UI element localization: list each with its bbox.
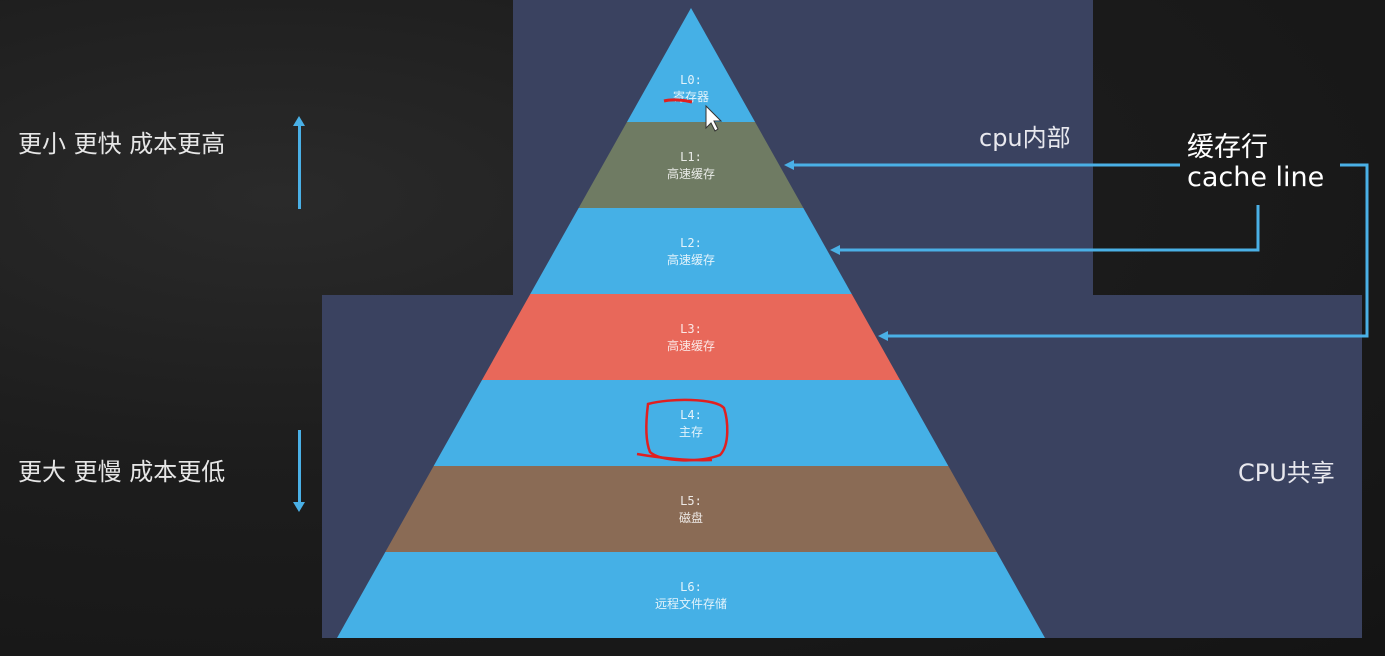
down-arrow-icon xyxy=(293,430,305,512)
tier-4-level: L4: xyxy=(680,408,702,422)
tier-6 xyxy=(337,552,1045,638)
cache-line-title-zh: 缓存行 xyxy=(1187,132,1268,163)
tier-3-level: L3: xyxy=(680,322,702,336)
cpu-internal-label: cpu内部 xyxy=(979,124,1071,152)
tier-1-name: 高速缓存 xyxy=(667,166,715,181)
tier-5 xyxy=(385,466,997,552)
tier-2-level: L2: xyxy=(680,236,702,250)
tier-3-name: 高速缓存 xyxy=(667,338,715,353)
tier-0-level: L0: xyxy=(680,73,702,87)
up-arrow-icon xyxy=(293,116,305,209)
tier-2 xyxy=(530,208,852,294)
memory-hierarchy-pyramid: L0:寄存器L1:高速缓存L2:高速缓存L3:高速缓存L4:主存L5:磁盘L6:… xyxy=(337,8,1369,638)
cache-line-label: 缓存行 cache line xyxy=(1187,133,1324,193)
tier-5-level: L5: xyxy=(680,494,702,508)
tier-3 xyxy=(481,294,901,380)
tier-6-level: L6: xyxy=(680,580,702,594)
tier-4 xyxy=(433,380,949,466)
tier-2-name: 高速缓存 xyxy=(667,252,715,267)
tier-0 xyxy=(626,8,756,122)
tier-6-name: 远程文件存储 xyxy=(655,596,727,611)
cpu-shared-label: CPU共享 xyxy=(1238,459,1335,487)
faster-costlier-label: 更小 更快 成本更高 xyxy=(18,130,226,158)
slower-cheaper-label: 更大 更慢 成本更低 xyxy=(18,458,226,486)
tier-1 xyxy=(578,122,804,208)
cache-line-title-en: cache line xyxy=(1187,162,1325,193)
tier-1-level: L1: xyxy=(680,150,702,164)
tier-4-name: 主存 xyxy=(679,425,703,439)
tier-5-name: 磁盘 xyxy=(679,510,703,525)
slide: L0: 寄存器 L1: 高速缓存 L2: 高速缓存 L3: 高速缓存 L4: 主存 L5: 磁盘 L6:… xyxy=(0,0,1385,656)
